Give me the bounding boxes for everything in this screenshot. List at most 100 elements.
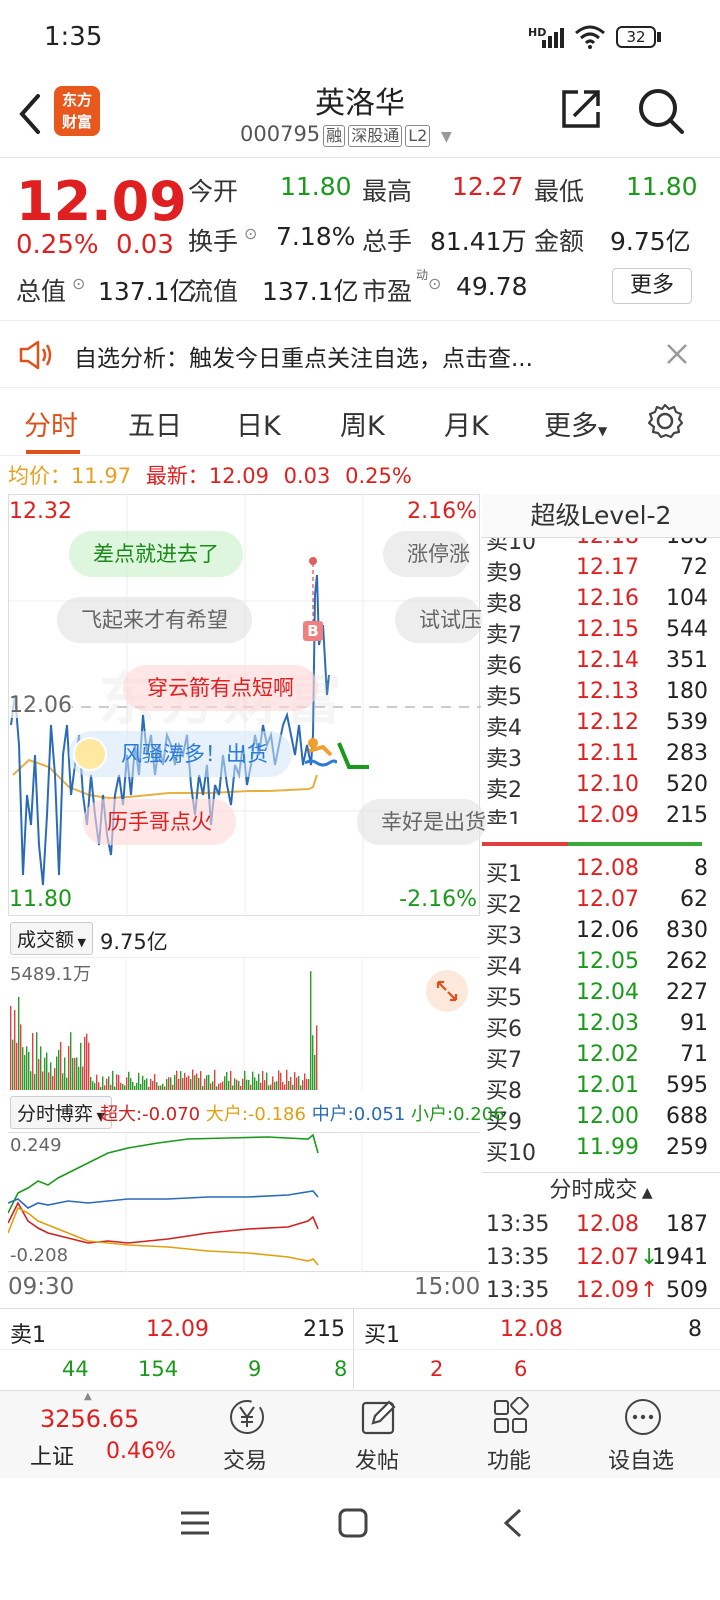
tab-daily-k[interactable]: 日K xyxy=(236,404,281,443)
y-mid-label: 12.06 xyxy=(9,693,72,718)
bid-row[interactable]: 买9 12.00 688 xyxy=(486,1104,708,1135)
danmu-comment[interactable]: 涨停涨 xyxy=(383,531,470,577)
edit-icon xyxy=(361,1400,396,1435)
info-icon[interactable]: ⊙ xyxy=(244,224,257,243)
volume-bar xyxy=(148,1086,150,1090)
expand-icon[interactable] xyxy=(426,970,468,1012)
battery-tip xyxy=(657,32,661,42)
danmu-comment[interactable]: 试试压 xyxy=(395,597,482,643)
volume-bar xyxy=(286,1069,288,1090)
game-legend: 超大:-0.070 大户:-0.186 中户:0.051 小户:0.206 xyxy=(100,1100,505,1126)
info-icon[interactable]: ⊙ xyxy=(428,274,441,293)
super-label: 超大: xyxy=(100,1104,143,1125)
bid-row[interactable]: 买10 11.99 259 xyxy=(486,1135,708,1166)
bid-row[interactable]: 买5 12.04 227 xyxy=(486,980,708,1011)
nav-functions[interactable]: 功能 xyxy=(464,1391,554,1479)
volume-bar xyxy=(116,1074,118,1090)
game-dropdown-label: 分时博弈 xyxy=(17,1103,94,1125)
index-ticker[interactable]: ▲ 3256.65 上证 0.46% xyxy=(0,1391,190,1479)
danmu-comment[interactable]: 差点就进去了 xyxy=(69,531,243,577)
volume-bar xyxy=(134,1085,136,1090)
ask-row[interactable]: 卖4 12.12 539 xyxy=(486,710,708,741)
danmu-comment[interactable]: 飞起来才有希望 xyxy=(57,597,252,643)
high-value: 12.27 xyxy=(452,172,524,201)
more-button[interactable]: 更多 xyxy=(612,268,692,304)
bottom-sell[interactable]: 卖1 12.09 215 44 154 9 8 xyxy=(0,1309,354,1389)
intraday-chart[interactable]: 东方财富 12.32 2.16% 12.06 11.80 -2.16% 差点就进… xyxy=(8,494,486,917)
stock-code-row[interactable]: 000795 融深股通 L2 ▼ xyxy=(240,122,452,147)
ask-row[interactable]: 卖9 12.17 72 xyxy=(486,555,708,586)
volume-bar xyxy=(260,1082,262,1090)
ask-row[interactable]: 卖5 12.13 180 xyxy=(486,679,708,710)
trades-header[interactable]: 分时成交 ▲ xyxy=(482,1172,720,1212)
nav-post[interactable]: 发帖 xyxy=(332,1391,422,1479)
share-icon[interactable] xyxy=(560,88,602,130)
volume-bar xyxy=(270,1084,272,1090)
menu-icon[interactable] xyxy=(178,1508,212,1538)
volume-bar xyxy=(140,1084,142,1090)
tab-intraday[interactable]: 分时 xyxy=(24,404,78,443)
tab-five-day[interactable]: 五日 xyxy=(128,404,182,443)
ask-row[interactable]: 卖8 12.16 104 xyxy=(486,586,708,617)
gear-icon[interactable] xyxy=(646,402,684,440)
bid-row[interactable]: 买8 12.01 595 xyxy=(486,1073,708,1104)
bid-row[interactable]: 买7 12.02 71 xyxy=(486,1042,708,1073)
back-nav-icon[interactable] xyxy=(498,1506,528,1540)
volume-dropdown-label: 成交额 xyxy=(17,929,75,951)
bid-row[interactable]: 买6 12.03 91 xyxy=(486,1011,708,1042)
home-icon[interactable] xyxy=(336,1506,370,1540)
tab-more[interactable]: 更多▼ xyxy=(544,404,607,443)
volume-bar xyxy=(282,1082,284,1090)
volume-bar xyxy=(76,1057,78,1090)
search-icon[interactable] xyxy=(636,86,686,136)
volume-bar xyxy=(220,1082,222,1090)
volume-max-label: 5489.1万 xyxy=(10,964,91,985)
bottom-sell-label: 卖1 xyxy=(10,1323,46,1348)
danmu-comment[interactable]: 幸好是出货 xyxy=(357,799,486,845)
chart-tabs: 分时 五日 日K 周K 月K 更多▼ xyxy=(0,388,720,456)
volume-bar xyxy=(126,1077,128,1090)
bid-row[interactable]: 买3 12.06 830 xyxy=(486,918,708,949)
buy-marker[interactable]: B xyxy=(303,621,323,641)
low-value: 11.80 xyxy=(626,172,698,201)
signal-icon xyxy=(542,28,564,48)
volume-chart[interactable]: 5489.1万 xyxy=(8,958,480,1090)
bid-row[interactable]: 买1 12.08 8 xyxy=(486,856,708,887)
game-dropdown[interactable]: 分时博弈 ▼ xyxy=(10,1096,112,1129)
bottom-buy-price: 12.08 xyxy=(500,1317,563,1342)
volume-bar xyxy=(290,1076,292,1090)
nav-trade[interactable]: 交易 xyxy=(200,1391,290,1479)
bid-row[interactable]: 买2 12.07 62 xyxy=(486,887,708,918)
danmu-comment[interactable]: 历手哥点火 xyxy=(83,799,236,845)
tab-monthly-k[interactable]: 月K xyxy=(444,404,489,443)
ask-row[interactable]: 卖1 12.09 215 xyxy=(486,803,708,824)
volume-bar xyxy=(258,1073,260,1090)
ask-row[interactable]: 卖7 12.15 544 xyxy=(486,617,708,648)
volume-bar xyxy=(302,1080,304,1090)
volume-bar xyxy=(138,1072,140,1090)
tab-weekly-k[interactable]: 周K xyxy=(340,404,385,443)
volume-bar xyxy=(26,1046,28,1090)
ask-row[interactable]: 卖1012.18188 xyxy=(486,538,708,555)
volume-bar xyxy=(12,1039,14,1090)
close-icon[interactable] xyxy=(666,343,688,365)
bid-row[interactable]: 买4 12.05 262 xyxy=(486,949,708,980)
chevron-down-icon: ▼ xyxy=(440,129,452,145)
ask-row[interactable]: 卖3 12.11 283 xyxy=(486,741,708,772)
level2-title[interactable]: 超级Level-2 xyxy=(482,494,720,538)
bottom-buy[interactable]: 买1 12.08 8 2 6 xyxy=(354,1309,720,1389)
chevron-up-icon: ▲ xyxy=(84,1391,92,1402)
index-value: 3256.65 xyxy=(40,1405,140,1433)
danmu-comment[interactable]: 穿云箭有点短啊 xyxy=(123,665,318,711)
game-chart[interactable]: 0.249 -0.208 xyxy=(8,1132,480,1273)
small-value: 0.206 xyxy=(453,1104,505,1125)
nav-add-watchlist[interactable]: 设自选 xyxy=(596,1391,686,1479)
info-icon[interactable]: ⊙ xyxy=(72,274,85,293)
ask-row[interactable]: 卖6 12.14 351 xyxy=(486,648,708,679)
trade-row: 13:35 12.09 ↑ 509 xyxy=(486,1278,708,1303)
ask-row[interactable]: 卖2 12.10 520 xyxy=(486,772,708,803)
status-time: 1:35 xyxy=(44,22,103,52)
volume-value: 81.41万 xyxy=(430,227,527,256)
volume-dropdown[interactable]: 成交额 ▼ xyxy=(10,922,93,955)
notice-bar[interactable]: 自选分析：触发今日重点关注自选，点击查... xyxy=(0,320,720,388)
